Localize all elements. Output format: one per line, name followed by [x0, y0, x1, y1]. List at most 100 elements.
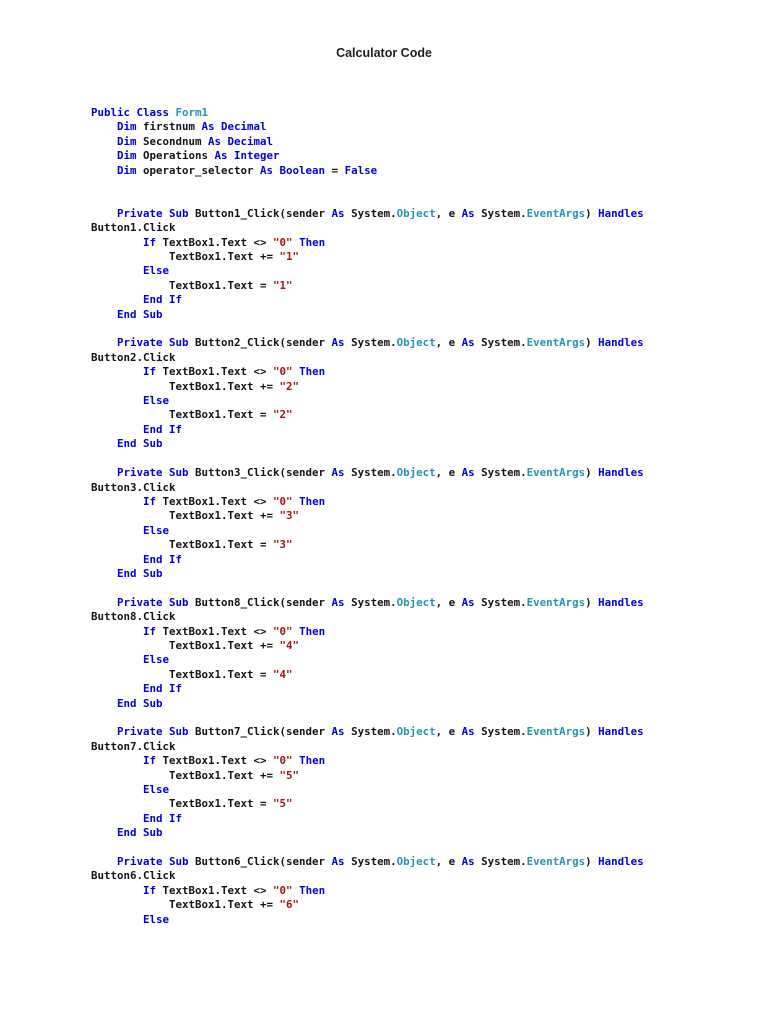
code-token-k: If [143, 494, 157, 508]
code-token-p [91, 394, 143, 407]
code-token-p [91, 120, 117, 133]
code-line: Else [91, 653, 644, 667]
code-token-p [91, 855, 117, 868]
code-token-s: "4" [279, 638, 300, 652]
code-token-p: System. [344, 206, 397, 220]
code-line: End If [91, 423, 644, 437]
code-token-p: System. [474, 595, 527, 609]
code-line: TextBox1.Text += "1" [91, 250, 644, 264]
code-token-p [91, 826, 117, 839]
code-token-k: As Boolean [260, 163, 326, 177]
code-token-p: Button8_Click(sender [188, 595, 332, 609]
code-token-k: Then [299, 754, 326, 768]
code-token-k: If [143, 754, 157, 768]
code-token-p [91, 625, 143, 638]
code-token-k: Then [299, 494, 326, 508]
code-token-p: ) [585, 725, 599, 739]
code-token-p: TextBox1.Text <> [156, 365, 274, 379]
code-token-k: As [331, 206, 345, 220]
code-token-p: , e [435, 855, 462, 869]
code-line: End Sub [91, 826, 644, 840]
code-line: Button3.Click [91, 481, 644, 495]
code-token-s: "3" [279, 509, 300, 523]
code-token-s: "5" [273, 797, 293, 811]
code-line: TextBox1.Text = "1" [91, 279, 644, 293]
code-token-k: Public Class [91, 106, 176, 119]
code-token-p: Button2.Click [91, 350, 176, 364]
code-token-p: TextBox1.Text += [91, 509, 280, 523]
code-token-p [91, 336, 117, 349]
code-token-p: , e [435, 466, 462, 480]
code-token-p [91, 553, 143, 566]
page-title: Calculator Code [336, 46, 432, 60]
code-token-k: Then [299, 883, 326, 897]
code-line: Else [91, 783, 644, 797]
code-line: TextBox1.Text += "5" [91, 769, 644, 783]
code-line: Button7.Click [91, 740, 644, 754]
code-token-p: System. [474, 206, 527, 220]
code-token-p: System. [474, 466, 527, 480]
code-token-s: "1" [273, 278, 293, 292]
code-token-p: TextBox1.Text <> [156, 494, 274, 508]
code-token-k: End If [143, 552, 183, 566]
code-token-k: Dim [117, 134, 137, 148]
document-page: Calculator Code Public Class Form1 Dim f… [0, 0, 768, 1024]
code-token-k: Handles [598, 725, 644, 739]
code-token-s: "0" [273, 754, 293, 768]
code-token-p: TextBox1.Text += [91, 768, 280, 782]
code-token-s: "5" [279, 768, 300, 782]
code-token-p: Button3_Click(sender [188, 466, 332, 480]
code-token-p: TextBox1.Text = [91, 797, 274, 811]
code-token-k: End Sub [117, 696, 163, 710]
code-token-p: , e [435, 595, 462, 609]
code-token-k: If [143, 365, 157, 379]
code-token-k: End Sub [117, 826, 163, 840]
code-token-p [91, 884, 143, 897]
code-token-k: As [461, 855, 475, 869]
code-token-k: Private Sub [117, 466, 189, 480]
code-token-t: Object [396, 855, 436, 869]
code-line: Public Class Form1 [91, 106, 644, 120]
code-token-p [91, 725, 117, 738]
code-token-p [91, 437, 117, 450]
code-token-k: If [143, 235, 157, 249]
code-token-p: Button2_Click(sender [188, 336, 332, 350]
code-token-k: As [331, 855, 345, 869]
code-token-p: TextBox1.Text += [91, 898, 280, 912]
code-line: TextBox1.Text += "3" [91, 509, 644, 523]
code-token-p [91, 264, 143, 277]
code-token-p [91, 466, 117, 479]
code-token-t: EventArgs [526, 206, 586, 220]
code-line: Else [91, 394, 644, 408]
code-token-p [91, 682, 143, 695]
code-token-p: , e [435, 336, 462, 350]
code-line: End Sub [91, 697, 644, 711]
code-token-p [91, 653, 143, 666]
code-line: TextBox1.Text = "4" [91, 668, 644, 682]
code-token-k: Else [143, 653, 170, 667]
code-line: Button6.Click [91, 869, 644, 883]
code-token-k: If [143, 883, 157, 897]
code-token-p: , e [435, 725, 462, 739]
code-token-k: Private Sub [117, 595, 189, 609]
code-token-p: Button6.Click [91, 869, 176, 883]
code-token-p [91, 236, 143, 249]
code-token-k: Dim [117, 163, 137, 177]
code-token-p: TextBox1.Text = [91, 538, 274, 552]
code-line: Private Sub Button8_Click(sender As Syst… [91, 596, 644, 610]
code-token-p [91, 524, 143, 537]
code-token-s: "0" [273, 235, 293, 249]
code-token-p: operator_selector [136, 163, 261, 177]
code-token-p: System. [474, 855, 527, 869]
code-token-t: Object [396, 466, 436, 480]
code-token-p: Button7_Click(sender [188, 725, 332, 739]
code-line: End If [91, 682, 644, 696]
code-token-p: TextBox1.Text <> [156, 754, 274, 768]
code-token-t: Object [396, 206, 436, 220]
code-token-k: End Sub [117, 307, 163, 321]
